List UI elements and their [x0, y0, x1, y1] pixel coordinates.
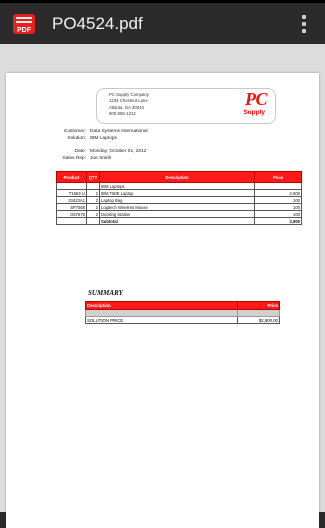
header-price: Price	[254, 171, 302, 183]
meta-label: Customer:	[63, 129, 86, 134]
meta-value: Data Systems International	[90, 129, 148, 134]
address-line: 800-555-1212	[109, 110, 136, 116]
cell-empty	[86, 217, 100, 225]
document-title: PO4524.pdf	[52, 14, 143, 33]
summary-title: SUMMARY	[88, 289, 123, 297]
table-row: G67678 2 Docking Station 100	[56, 210, 302, 218]
cell-price: 100	[254, 196, 302, 204]
cell-qty: 2	[86, 210, 100, 218]
subtotal-row: Subtotal 2,900	[56, 217, 302, 225]
summary-label: SOLUTION PRICE	[85, 316, 238, 324]
summary-header-description: Description	[85, 301, 238, 310]
address-line: Atlanta, GA 30043	[109, 104, 144, 110]
cell-qty: 2	[86, 196, 100, 204]
overflow-menu-icon[interactable]	[297, 13, 311, 35]
cell-qty	[86, 182, 100, 190]
meta-value: Joe Smith	[90, 156, 112, 161]
company-logo: PC	[244, 89, 268, 109]
summary-header-price: Price	[237, 301, 280, 310]
cell-product: SP7568	[56, 203, 87, 211]
meta-value: Monday, October 01, 2012	[90, 149, 147, 154]
subtotal-value: 2,900	[254, 217, 302, 225]
cell-price: 100	[254, 210, 302, 218]
cell-description: Docking Station	[99, 210, 255, 218]
summary-total-row: SOLUTION PRICE $2,900.00	[85, 316, 280, 324]
table-row: 23423A1 2 Laptop Bag 100	[56, 196, 302, 204]
company-logo-sub: Supply	[243, 109, 265, 116]
cell-price: 2,600	[254, 189, 302, 197]
header-qty: QTY	[86, 171, 100, 183]
spacer-cell	[237, 309, 280, 317]
company-address: PC Supply Company 1234 Chestnut Lane Atl…	[109, 92, 149, 117]
items-table: Product QTY Description Price IBM Laptop…	[56, 171, 302, 225]
cell-product: T1563-U	[56, 189, 87, 197]
subtotal-label: Subtotal	[99, 217, 255, 225]
spacer-cell	[85, 309, 238, 317]
summary-spacer-row	[85, 309, 280, 317]
items-header-row: Product QTY Description Price	[56, 171, 302, 183]
pdf-app-icon[interactable]: PDF	[12, 13, 36, 35]
cell-qty: 2	[86, 189, 100, 197]
summary-header-row: Description Price	[85, 301, 280, 310]
pdf-icon-label: PDF	[17, 27, 32, 34]
company-header: PC Supply Company 1234 Chestnut Lane Atl…	[96, 88, 276, 124]
cell-qty: 2	[86, 203, 100, 211]
summary-table: Description Price SOLUTION PRICE $2,900.…	[85, 301, 280, 324]
pdf-page: PC Supply Company 1234 Chestnut Lane Atl…	[6, 73, 319, 528]
table-row: SP7568 2 Logitech Wireless Mouse 100	[56, 203, 302, 211]
pdf-viewer[interactable]: PC Supply Company 1234 Chestnut Lane Atl…	[0, 44, 325, 528]
header-description: Description	[99, 171, 255, 183]
meta-label: Solution:	[67, 136, 86, 141]
summary-value: $2,900.00	[237, 316, 280, 324]
cell-price: 100	[254, 203, 302, 211]
action-bar: PDF PO4524.pdf	[0, 3, 325, 44]
table-row: T1563-U 2 IBM T60E Laptop 2,600	[56, 189, 302, 197]
cell-description: Laptop Bag	[99, 196, 255, 204]
cell-product: 23423A1	[56, 196, 87, 204]
cell-description: IBM T60E Laptop	[99, 189, 255, 197]
meta-value: IBM Laptops	[90, 136, 117, 141]
cell-empty	[56, 217, 87, 225]
cell-product: G67678	[56, 210, 87, 218]
cell-description: Logitech Wireless Mouse	[99, 203, 255, 211]
meta-label: Date:	[74, 149, 86, 154]
cell-product	[56, 182, 87, 190]
meta-label: Sales Rep:	[62, 156, 86, 161]
header-product: Product	[56, 171, 87, 183]
cell-description: IBM Laptops	[99, 182, 255, 190]
cell-price	[254, 182, 302, 190]
table-row: IBM Laptops	[56, 182, 302, 190]
address-line: 1234 Chestnut Lane	[109, 98, 148, 104]
